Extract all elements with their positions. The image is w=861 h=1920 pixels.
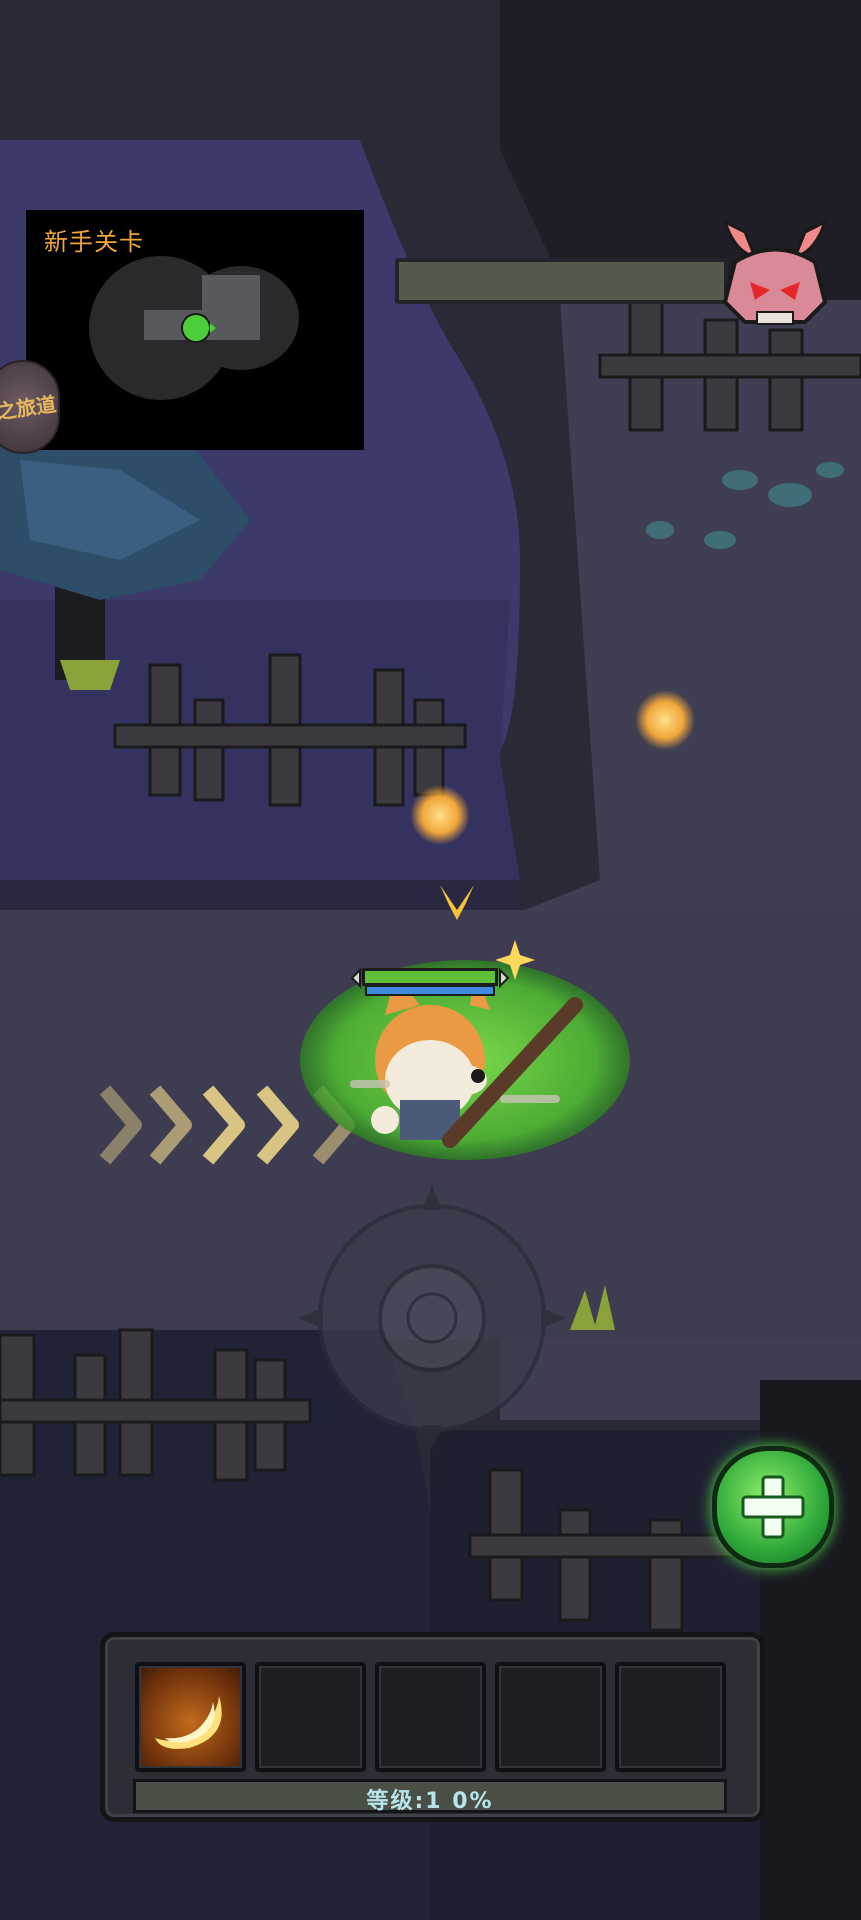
heal-skill-button[interactable]: [712, 1446, 834, 1568]
level-label: 等级:1 0%: [366, 1789, 494, 1814]
minimap[interactable]: 新手关卡: [26, 210, 364, 450]
skill-slot-3[interactable]: [375, 1662, 486, 1772]
player-shield-fill: [367, 987, 493, 994]
crescent-slash-icon: [155, 1696, 222, 1749]
skill-slot-5[interactable]: [615, 1662, 726, 1772]
player-hp-fill: [365, 971, 495, 983]
side-badge-label: 之旅道: [0, 391, 58, 425]
player-health-bar: [350, 967, 510, 996]
skill-slot-1[interactable]: [135, 1662, 246, 1772]
boss-health-bar: [395, 258, 728, 304]
minimap-view: [89, 256, 299, 400]
skill-slot-2[interactable]: [255, 1662, 366, 1772]
demon-skull-icon: [722, 219, 828, 325]
skill-bar: 等级:1 0%: [100, 1632, 765, 1822]
plus-icon: [741, 1475, 805, 1539]
level-progress-bar: 等级:1 0%: [133, 1779, 727, 1814]
player-marker-icon: [181, 313, 211, 343]
game-scene: 新手关卡 之旅道 等级:1 0%: [0, 0, 861, 1920]
skill-slot-4[interactable]: [495, 1662, 606, 1772]
side-event-badge[interactable]: 之旅道: [0, 360, 60, 454]
